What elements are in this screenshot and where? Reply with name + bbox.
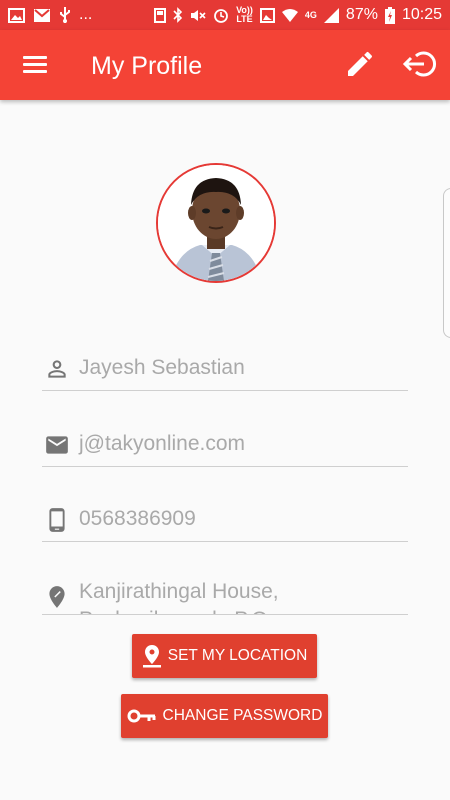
- side-drawer-handle[interactable]: [443, 188, 450, 338]
- name-field[interactable]: Jayesh Sebastian: [42, 350, 408, 391]
- status-bar-notifications: ...: [8, 5, 92, 25]
- status-bar: ... Vo)) LTE 4G 87% 10:25: [0, 0, 450, 30]
- battery-icon: [384, 6, 395, 24]
- change-password-label: CHANGE PASSWORD: [162, 707, 323, 724]
- change-password-button[interactable]: CHANGE PASSWORD: [121, 694, 328, 738]
- menu-icon: [23, 56, 47, 59]
- page-title: My Profile: [91, 52, 203, 80]
- wifi-icon: [281, 8, 298, 22]
- signal-icon: [323, 7, 339, 23]
- image-icon: [8, 7, 25, 23]
- mail-icon: [34, 8, 50, 22]
- edit-icon: [348, 51, 373, 76]
- address-field[interactable]: Kanjirathingal House, Pazhuvilangadu P.O…: [42, 578, 408, 615]
- bluetooth-icon: [173, 7, 183, 23]
- key-icon: [127, 709, 156, 723]
- email-field[interactable]: j@takyonline.com: [42, 426, 408, 467]
- name-value: Jayesh Sebastian: [79, 356, 245, 379]
- set-location-label: SET MY LOCATION: [167, 647, 308, 664]
- logout-icon: [402, 51, 436, 77]
- avatar-photo: [158, 165, 274, 281]
- battery-percent: 87%: [345, 6, 378, 23]
- mute-icon: [191, 9, 206, 21]
- email-icon: [46, 436, 68, 454]
- edit-button[interactable]: [344, 48, 376, 80]
- set-location-button[interactable]: SET MY LOCATION: [132, 634, 317, 678]
- profile-avatar[interactable]: [156, 163, 276, 283]
- location-pin-icon: [142, 645, 161, 668]
- location-pin-icon: [49, 586, 65, 608]
- alarm-icon: [214, 9, 228, 23]
- more-notifications-icon: ...: [79, 6, 93, 23]
- phone-icon: [49, 508, 65, 532]
- status-bar-system: Vo)) LTE 4G 87% 10:25: [154, 5, 442, 25]
- image-icon: [259, 7, 275, 23]
- logout-button[interactable]: [402, 48, 438, 80]
- volte-indicator: Vo)) LTE: [236, 5, 253, 24]
- person-icon: [48, 360, 66, 378]
- usb-icon: [60, 7, 70, 23]
- network-type: 4G: [304, 9, 317, 20]
- app-bar: My Profile: [0, 30, 450, 100]
- address-value: Kanjirathingal House, Pazhuvilangadu P.O…: [79, 580, 279, 614]
- save-icon: [154, 7, 167, 23]
- clock: 10:25: [401, 6, 442, 23]
- phone-value: 0568386909: [79, 507, 196, 530]
- menu-button[interactable]: [20, 50, 50, 80]
- phone-field[interactable]: 0568386909: [42, 501, 408, 542]
- email-value: j@takyonline.com: [79, 432, 246, 455]
